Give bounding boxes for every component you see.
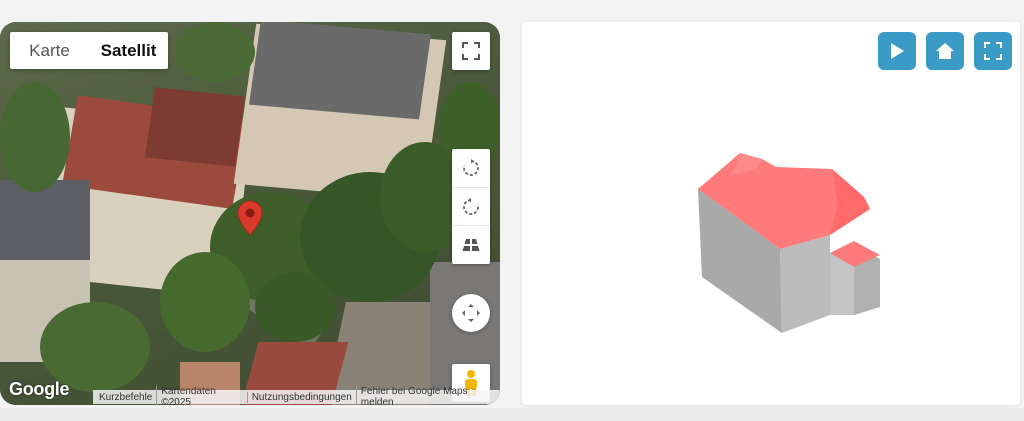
rotate-clockwise-button[interactable] [452,149,490,187]
report-error-link[interactable]: Fehler bei Google Maps melden [355,386,498,405]
tilt-button[interactable] [452,225,490,264]
building-3d-model [698,153,880,333]
satellite-map[interactable]: Karte Satellit Google Kurzbefehle Karten… [0,22,500,405]
rotate-clockwise-icon [463,158,479,176]
pan-arrows-icon [462,304,480,322]
fullscreen-button[interactable] [974,32,1012,70]
building-3d-viewer[interactable] [522,22,1020,405]
fullscreen-icon [984,42,1002,60]
google-logo: Google [9,379,70,399]
map-data-label: Kartendaten ©2025 [156,386,246,405]
tilt-icon [462,239,480,252]
terms-link[interactable]: Nutzungsbedingungen [246,391,356,403]
map-type-karte-button[interactable]: Karte [10,32,89,69]
page-bottom-strip [0,408,1024,421]
map-fullscreen-button[interactable] [452,32,490,70]
location-marker-icon[interactable] [237,200,263,236]
map-type-satellit-button[interactable]: Satellit [89,32,168,69]
play-button[interactable] [878,32,916,70]
rotate-counterclockwise-icon [463,197,479,215]
rotate-counterclockwise-button[interactable] [452,186,490,226]
keyboard-shortcuts-link[interactable]: Kurzbefehle [95,392,156,403]
map-attribution-bar: Kurzbefehle Kartendaten ©2025 Nutzungsbe… [93,386,500,405]
map-type-toggle: Karte Satellit [10,32,168,69]
building-wall-front [780,235,830,333]
home-icon [936,43,954,59]
play-icon [891,43,904,59]
map-pan-control[interactable] [452,294,490,332]
fullscreen-icon [462,42,480,60]
home-button[interactable] [926,32,964,70]
map-camera-controls [452,149,490,264]
